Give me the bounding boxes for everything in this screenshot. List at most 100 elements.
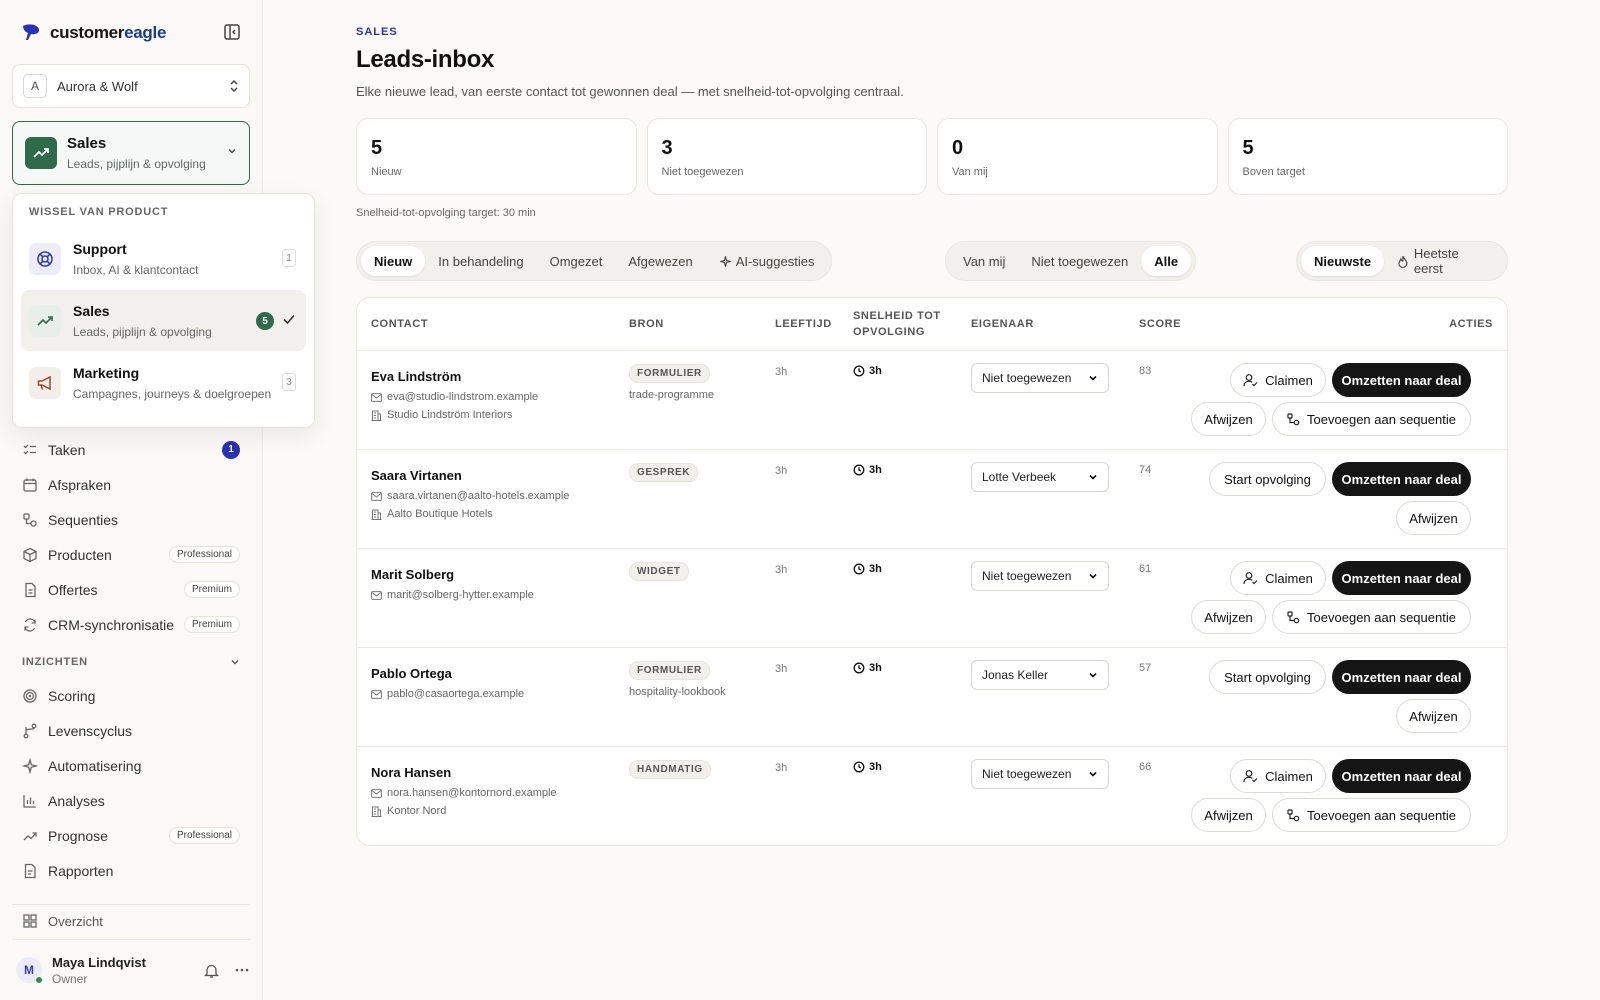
table-row[interactable]: Eva Lindström eva@studio-lindstrom.examp…	[357, 351, 1507, 450]
trend-up-icon	[29, 304, 61, 337]
menu-item-sales[interactable]: Sales Leads, pijplijn & opvolging 5	[21, 290, 306, 351]
menu-item-subtitle: Campagnes, journeys & doelgroepen	[73, 386, 272, 401]
org-avatar: A	[23, 74, 47, 98]
sequence-icon	[1287, 412, 1300, 425]
bell-icon[interactable]	[203, 962, 220, 979]
nav-item-prognose[interactable]: Prognose Professional	[12, 818, 250, 853]
source-badge: FORMULIER	[629, 364, 710, 383]
contact-name: Saara Virtanen	[371, 468, 462, 483]
header-source: BRON	[629, 318, 664, 330]
trend-up-icon	[22, 828, 38, 844]
speed-to-followup: 3h	[853, 365, 882, 377]
stat-card[interactable]: 0 Van mij	[937, 118, 1218, 195]
sort-nieuwste[interactable]: Nieuwste	[1301, 246, 1385, 276]
table-row[interactable]: Pablo Ortega pablo@casaortega.example FO…	[357, 648, 1507, 747]
table-row[interactable]: Nora Hansen nora.hansen@kontornord.examp…	[357, 747, 1507, 845]
lead-age: 3h	[775, 663, 788, 675]
nav-item-afspraken[interactable]: Afspraken	[12, 467, 250, 502]
convert-to-deal-button[interactable]: Omzetten naar deal	[1332, 660, 1471, 694]
nav-section-inzichten[interactable]: INZICHTEN	[12, 646, 250, 678]
organization-switcher[interactable]: A Aurora & Wolf	[12, 64, 250, 108]
add-to-sequence-button[interactable]: Toevoegen aan sequentie	[1272, 402, 1471, 436]
reject-button[interactable]: Afwijzen	[1191, 402, 1266, 436]
nav-item-crm-synchronisatie[interactable]: CRM-synchronisatie Premium	[12, 607, 250, 642]
tab-omgezet[interactable]: Omgezet	[537, 246, 616, 276]
nav-item-sequenties[interactable]: Sequenties	[12, 502, 250, 537]
brand-logo[interactable]: customereagle	[20, 20, 242, 46]
owner-select[interactable]: Jonas Keller	[971, 660, 1109, 690]
convert-to-deal-button[interactable]: Omzetten naar deal	[1332, 561, 1471, 595]
reject-button[interactable]: Afwijzen	[1191, 600, 1266, 634]
owner-select[interactable]: Niet toegewezen	[971, 363, 1109, 393]
clock-icon	[853, 464, 865, 476]
tab-afgewezen[interactable]: Afgewezen	[615, 246, 705, 276]
owner-select[interactable]: Niet toegewezen	[971, 561, 1109, 591]
mail-icon	[371, 788, 382, 798]
menu-item-marketing[interactable]: Marketing Campagnes, journeys & doelgroe…	[21, 352, 306, 413]
menu-item-support[interactable]: Support Inbox, AI & klantcontact 1	[21, 228, 306, 289]
user-name: Maya Lindqvist	[52, 954, 146, 970]
add-to-sequence-button[interactable]: Toevoegen aan sequentie	[1272, 798, 1471, 832]
nav-item-levenscyclus[interactable]: Levenscyclus	[12, 713, 250, 748]
table-row[interactable]: Saara Virtanen saara.virtanen@aalto-hote…	[357, 450, 1507, 549]
stat-label: Niet toegewezen	[661, 166, 744, 178]
stat-card[interactable]: 5 Boven target	[1227, 118, 1508, 195]
table-row[interactable]: Marit Solberg marit@solberg-hytter.examp…	[357, 549, 1507, 648]
org-name: Aurora & Wolf	[57, 78, 138, 94]
stat-value: 0	[952, 137, 964, 159]
sparkle-icon	[719, 255, 731, 267]
claim-button[interactable]: Claimen	[1230, 759, 1326, 793]
filter-alle[interactable]: Alle	[1141, 246, 1192, 276]
owner-select[interactable]: Niet toegewezen	[971, 759, 1109, 789]
nav-item-overzicht[interactable]: Overzicht	[22, 913, 103, 929]
reject-button[interactable]: Afwijzen	[1191, 798, 1266, 832]
product-count-badge: 5	[256, 312, 274, 330]
user-check-icon	[1243, 770, 1258, 783]
nav-item-automatisering[interactable]: Automatisering	[12, 748, 250, 783]
product-subtitle: Leads, pijplijn & opvolging	[67, 157, 206, 171]
plan-tag: Premium	[183, 616, 240, 633]
convert-to-deal-button[interactable]: Omzetten naar deal	[1332, 363, 1471, 397]
collapse-sidebar-icon[interactable]	[222, 22, 242, 42]
nav-label: Levenscyclus	[48, 722, 133, 739]
clock-icon	[853, 563, 865, 575]
convert-to-deal-button[interactable]: Omzetten naar deal	[1332, 462, 1471, 496]
source-detail: trade-programme	[629, 389, 714, 401]
nav-label: Prognose	[48, 827, 108, 844]
nav-item-taken[interactable]: Taken 1	[12, 432, 250, 467]
report-icon	[22, 863, 38, 879]
reject-button[interactable]: Afwijzen	[1396, 501, 1471, 535]
owner-select[interactable]: Lotte Verbeek	[971, 462, 1109, 492]
filter-niet-toegewezen[interactable]: Niet toegewezen	[1018, 246, 1141, 276]
tab-ai-suggesties[interactable]: AI-suggesties	[706, 246, 828, 276]
stat-card[interactable]: 5 Nieuw	[356, 118, 637, 195]
nav-item-offertes[interactable]: Offertes Premium	[12, 572, 250, 607]
reject-button[interactable]: Afwijzen	[1396, 699, 1471, 733]
stat-card[interactable]: 3 Niet toegewezen	[646, 118, 927, 195]
user-menu[interactable]: M Maya Lindqvist Owner	[16, 953, 250, 987]
sort-heetste-eerst[interactable]: Heetste eerst	[1384, 246, 1503, 276]
chevron-down-icon	[1089, 672, 1097, 678]
nav-item-rapporten[interactable]: Rapporten	[12, 853, 250, 888]
lead-age: 3h	[775, 762, 788, 774]
source-badge: FORMULIER	[629, 661, 710, 680]
more-icon[interactable]	[234, 962, 250, 978]
tab-nieuw[interactable]: Nieuw	[361, 246, 426, 276]
nav-item-analyses[interactable]: Analyses	[12, 783, 250, 818]
claim-button[interactable]: Claimen	[1230, 561, 1326, 595]
product-switcher[interactable]: Sales Leads, pijplijn & opvolging	[12, 121, 250, 185]
nav-item-scoring[interactable]: Scoring	[12, 678, 250, 713]
chevron-down-icon	[1089, 771, 1097, 777]
claim-button[interactable]: Claimen	[1230, 363, 1326, 397]
start-followup-button[interactable]: Start opvolging	[1209, 660, 1326, 694]
convert-to-deal-button[interactable]: Omzetten naar deal	[1332, 759, 1471, 793]
nav-item-producten[interactable]: Producten Professional	[12, 537, 250, 572]
chevron-down-icon	[1089, 474, 1097, 480]
tab-in-behandeling[interactable]: In behandeling	[425, 246, 536, 276]
add-to-sequence-button[interactable]: Toevoegen aan sequentie	[1272, 600, 1471, 634]
filter-van-mij[interactable]: Van mij	[950, 246, 1018, 276]
header-actions: ACTIES	[1449, 318, 1493, 330]
header-owner: EIGENAAR	[971, 318, 1034, 330]
start-followup-button[interactable]: Start opvolging	[1209, 462, 1326, 496]
lifebuoy-icon	[29, 242, 61, 275]
